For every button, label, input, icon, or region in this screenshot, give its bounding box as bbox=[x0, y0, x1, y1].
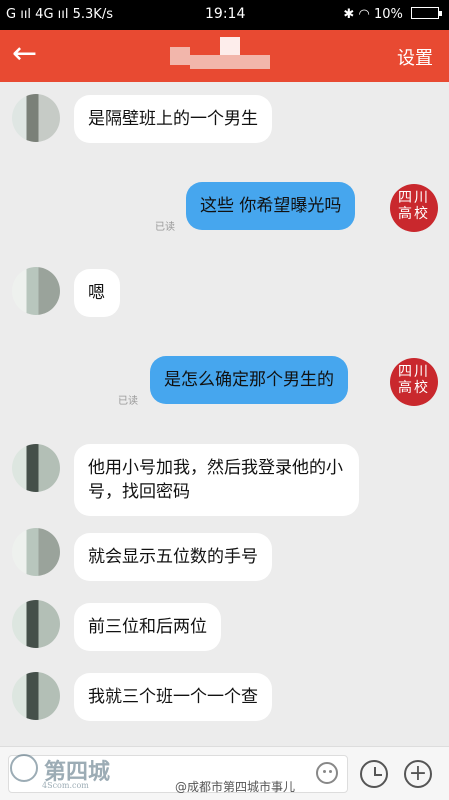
battery-percent: 10% bbox=[373, 7, 403, 22]
avatar[interactable] bbox=[12, 672, 60, 720]
status-time: 19:14 bbox=[205, 6, 246, 22]
avatar[interactable] bbox=[12, 600, 60, 648]
settings-button[interactable]: 设置 bbox=[397, 44, 433, 70]
watermark-circle-icon bbox=[10, 754, 38, 782]
emoji-icon[interactable] bbox=[316, 762, 338, 784]
watermark-brand-small: 4Scom.com bbox=[42, 781, 89, 790]
message-bubble-outgoing[interactable]: 这些 你希望曝光吗 bbox=[186, 182, 356, 230]
message-list[interactable]: 是隔壁班上的一个男生 已读 这些 你希望曝光吗 四川 高校 嗯 已读 是怎么确定… bbox=[0, 82, 449, 746]
message-bubble-incoming[interactable]: 他用小号加我，然后我登录他的小号，找回密码 bbox=[74, 444, 359, 516]
avatar[interactable] bbox=[12, 528, 60, 576]
message-bubble-incoming[interactable]: 是隔壁班上的一个男生 bbox=[74, 95, 272, 143]
status-bar: G ııl 4G ııl 5.3K/s 19:14 ✱ ◠ 10% bbox=[0, 0, 449, 30]
message-bubble-incoming[interactable]: 嗯 bbox=[74, 269, 120, 317]
clock-icon[interactable] bbox=[360, 760, 388, 788]
watermark-logo: 第四城 4Scom.com bbox=[4, 752, 164, 792]
arrow-left-icon[interactable]: ← bbox=[12, 38, 37, 70]
message-bubble-incoming[interactable]: 前三位和后两位 bbox=[74, 603, 221, 651]
avatar[interactable]: 四川 高校 bbox=[390, 358, 438, 406]
plus-icon[interactable]: + bbox=[404, 760, 432, 788]
message-bubble-incoming[interactable]: 就会显示五位数的手号 bbox=[74, 533, 272, 581]
avatar[interactable] bbox=[12, 94, 60, 142]
avatar-label: 四川 bbox=[398, 190, 430, 206]
avatar-label: 高校 bbox=[398, 380, 430, 396]
chat-header: ← 设置 bbox=[0, 30, 449, 82]
message-bubble-outgoing[interactable]: 是怎么确定那个男生的 bbox=[150, 356, 348, 404]
wifi-icon: ◠ bbox=[358, 7, 370, 22]
status-right: ✱ ◠ 10% bbox=[343, 7, 442, 22]
avatar[interactable] bbox=[12, 444, 60, 492]
avatar-label: 四川 bbox=[398, 364, 430, 380]
read-receipt: 已读 bbox=[118, 396, 138, 407]
avatar[interactable]: 四川 高校 bbox=[390, 184, 438, 232]
avatar[interactable] bbox=[12, 267, 60, 315]
battery-icon bbox=[411, 7, 442, 19]
network-indicator: G ııl 4G ııl 5.3K/s bbox=[6, 7, 113, 22]
bluetooth-icon: ✱ bbox=[343, 7, 355, 22]
weibo-watermark: @成都市第四城市事儿 bbox=[175, 780, 296, 794]
message-bubble-incoming[interactable]: 我就三个班一个一个查 bbox=[74, 673, 272, 721]
avatar-label: 高校 bbox=[398, 206, 430, 222]
read-receipt: 已读 bbox=[155, 222, 175, 233]
blurred-contact-name bbox=[170, 37, 280, 75]
